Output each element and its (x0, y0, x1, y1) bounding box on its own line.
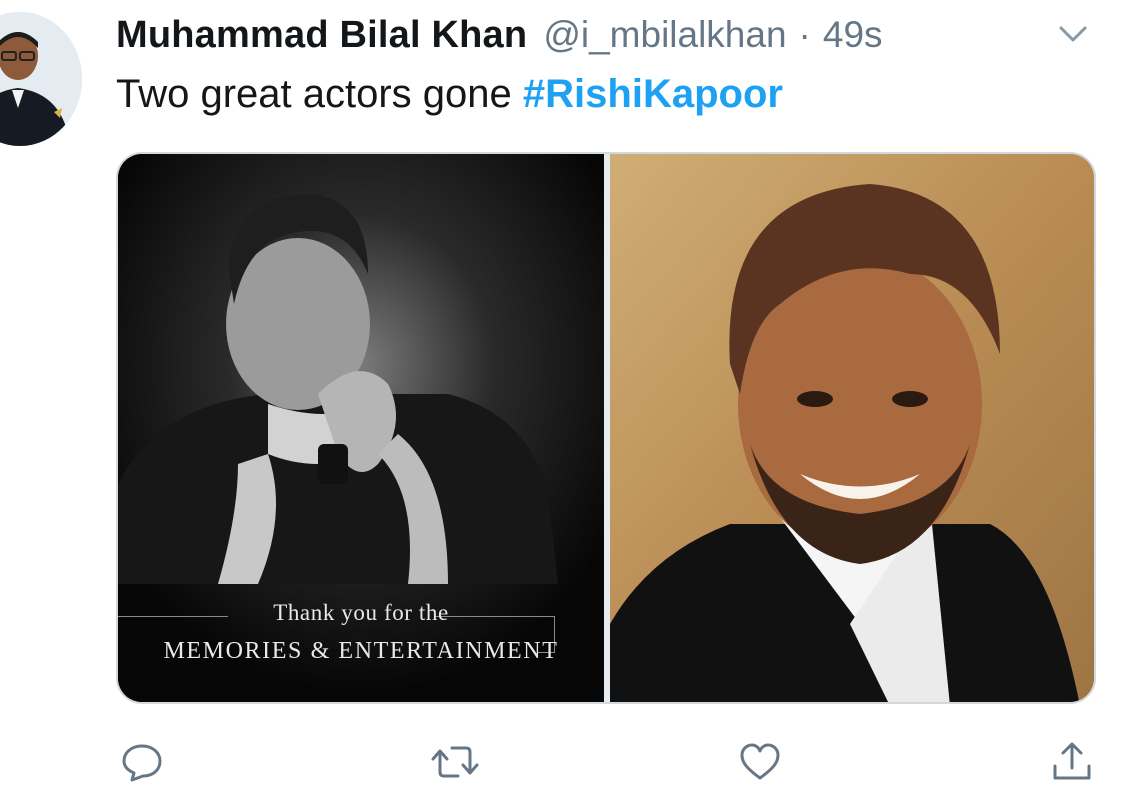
tweet-actions (0, 740, 1135, 784)
avatar[interactable] (0, 12, 82, 146)
tweet-header: Muhammad Bilal Khan @i_mbilalkhan · 49s (116, 14, 883, 64)
timestamp[interactable]: 49s (823, 14, 883, 56)
caption-line-2: MEMORIES & ENTERTAINMENT (163, 638, 559, 664)
avatar-image (0, 12, 82, 146)
media-photo-left[interactable]: Thank you for the MEMORIES & ENTERTAINME… (118, 154, 604, 702)
user-handle[interactable]: @i_mbilalkhan (543, 14, 786, 56)
separator-dot: · (798, 14, 811, 55)
share-icon[interactable] (1050, 740, 1094, 784)
tweet-text: Two great actors gone #RishiKapoor (116, 72, 783, 117)
user-name[interactable]: Muhammad Bilal Khan (116, 14, 527, 57)
hashtag-link[interactable]: #RishiKapoor (523, 72, 783, 116)
media-photo-right[interactable] (610, 154, 1094, 702)
retweet-icon[interactable] (430, 740, 480, 784)
chevron-down-icon[interactable] (1053, 20, 1093, 50)
like-icon[interactable] (738, 740, 782, 784)
tweet-body: Two great actors gone (116, 72, 523, 116)
tweet-media: Thank you for the MEMORIES & ENTERTAINME… (116, 152, 1096, 704)
caption-line-1: Thank you for the (273, 600, 449, 625)
reply-icon[interactable] (120, 740, 164, 784)
right-photo-image (610, 154, 1094, 702)
